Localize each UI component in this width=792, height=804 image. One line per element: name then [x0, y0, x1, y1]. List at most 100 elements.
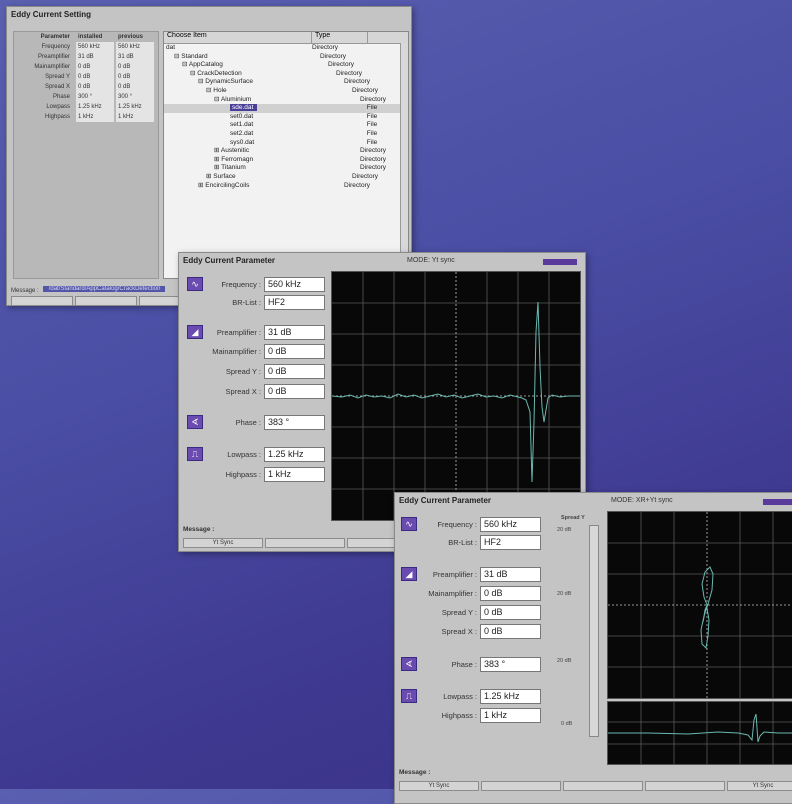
tree-item-name: set1.dat: [164, 121, 367, 130]
tree-item-type: Directory: [312, 44, 339, 51]
softkey-2[interactable]: [481, 781, 561, 791]
yt-mini-trace: [608, 713, 792, 743]
tree-item-label: dat: [166, 44, 176, 51]
spready-field[interactable]: 0 dB: [264, 364, 325, 379]
lowpass-field[interactable]: 1.25 kHz: [480, 689, 541, 704]
phase-field[interactable]: 383 °: [264, 415, 325, 430]
spready-field[interactable]: 0 dB: [480, 605, 541, 620]
mainamp-field[interactable]: 0 dB: [264, 344, 325, 359]
tree-item-name: ⊞ Austenitic: [164, 147, 360, 156]
tree-row[interactable]: ⊟ Hole Directory: [164, 87, 408, 96]
spreadx-field[interactable]: 0 dB: [264, 384, 325, 399]
softkey-3[interactable]: [563, 781, 643, 791]
softkey-2[interactable]: [75, 296, 137, 306]
phase-field[interactable]: 383 °: [480, 657, 541, 672]
frequency-field[interactable]: 560 kHz: [480, 517, 541, 532]
lowpass-field[interactable]: 1.25 kHz: [264, 447, 325, 462]
yt-mini-scope-display[interactable]: [607, 701, 792, 765]
tree-row[interactable]: ⊞ Surface Directory: [164, 173, 408, 182]
file-tree[interactable]: Choose Item Type dat Directory ⊟ Standard D…: [163, 31, 409, 279]
highpass-field[interactable]: 1 kHz: [264, 467, 325, 482]
highpass-row: Highpass : 1 kHz: [411, 708, 541, 723]
tree-item-label: AppCatalog: [188, 61, 223, 69]
softkey-row: Yt Sync: [183, 538, 427, 548]
mainamp-label: Mainamplifier :: [428, 589, 477, 598]
xy-scope-svg: [608, 512, 792, 698]
phase-label: Phase :: [451, 660, 477, 669]
yt-scope-display[interactable]: [331, 271, 581, 521]
brlist-field[interactable]: HF2: [264, 295, 325, 310]
yt-mini-scope-svg: [608, 702, 792, 764]
mainamp-label: Mainamplifier :: [212, 347, 261, 356]
tree-item-name: ⊞ Ferromagn: [164, 156, 360, 165]
brlist-row: BR-List : HF2: [411, 535, 541, 550]
installed-value: 0 dB: [76, 62, 114, 72]
mainamp-row: Mainamplifier : 0 dB: [199, 344, 325, 359]
brlist-field[interactable]: HF2: [480, 535, 541, 550]
tree-item-label: Aluminium: [220, 95, 252, 103]
tree-item-type: Directory: [328, 61, 355, 69]
mode-indicator: MODE: Yt sync: [407, 257, 455, 264]
collapse-icon[interactable]: ⊟: [214, 96, 221, 103]
parameter-row: Highpass 1 kHz 1 kHz: [14, 112, 158, 122]
header-parameter: Parameter: [40, 34, 70, 40]
axis-label-3: 20 dB: [557, 658, 572, 664]
tree-row[interactable]: ⊞ Ferromagn Directory: [164, 156, 408, 165]
softkey-row: Yt Sync Yt Sync: [399, 781, 792, 791]
installed-value: 300 °: [76, 92, 114, 102]
phase-row: Phase : 383 °: [199, 415, 325, 430]
window-title: Eddy Current Parameter: [183, 256, 276, 265]
tree-row[interactable]: set2.dat File: [164, 130, 408, 139]
preamp-field[interactable]: 31 dB: [264, 325, 325, 340]
installed-value: 0 dB: [76, 72, 114, 82]
tree-item-type: Directory: [344, 78, 371, 86]
header-choose-item[interactable]: Choose Item: [164, 32, 312, 43]
brlist-label: BR-List :: [232, 298, 261, 307]
tree-row[interactable]: ⊞ Austenitic Directory: [164, 147, 408, 156]
message-label: Message :: [183, 526, 215, 533]
softkey-1[interactable]: [11, 296, 73, 306]
tree-item-type: Directory: [336, 69, 363, 77]
tree-row[interactable]: ⊟ AppCatalog Directory: [164, 61, 408, 70]
spread-y-slider[interactable]: [589, 525, 599, 737]
softkey-2[interactable]: [265, 538, 345, 548]
tree-row[interactable]: ⊞ Titanium Directory: [164, 164, 408, 173]
mainamp-field[interactable]: 0 dB: [480, 586, 541, 601]
spreadx-field[interactable]: 0 dB: [480, 624, 541, 639]
expand-icon[interactable]: ⊞: [214, 147, 221, 154]
tree-row[interactable]: set0.dat File: [164, 113, 408, 122]
tree-item-type: Directory: [320, 52, 347, 60]
tree-row[interactable]: ⊟ CrackDetection Directory: [164, 70, 408, 79]
softkey-4[interactable]: [645, 781, 725, 791]
tree-row[interactable]: ⊟ Aluminium Directory: [164, 96, 408, 105]
tree-row[interactable]: ⊞ EncircilingCoils Directory: [164, 182, 408, 191]
spready-label: Spread Y :: [225, 367, 261, 376]
yt-sync-button-left[interactable]: Yt Sync: [399, 781, 479, 791]
collapse-icon[interactable]: ⊟: [182, 61, 189, 68]
mainamp-row: Mainamplifier : 0 dB: [411, 586, 541, 601]
xy-scope-display[interactable]: [607, 511, 792, 699]
parameter-row: Spread X 0 dB 0 dB: [14, 82, 158, 92]
tree-scrollbar[interactable]: [400, 43, 408, 278]
highpass-field[interactable]: 1 kHz: [480, 708, 541, 723]
tree-row[interactable]: sde.dat File: [164, 104, 408, 113]
tree-row[interactable]: ⊟ DynamicSurface Directory: [164, 78, 408, 87]
lowpass-label: Lowpass :: [443, 692, 477, 701]
header-type[interactable]: Type: [312, 32, 368, 43]
tree-item-name: ⊟ Hole: [164, 87, 352, 96]
parameter-name: Spread Y: [45, 74, 70, 80]
yt-sync-button-right[interactable]: Yt Sync: [727, 781, 792, 791]
frequency-field[interactable]: 560 kHz: [264, 277, 325, 292]
tree-row[interactable]: ⊟ Standard Directory: [164, 53, 408, 62]
tree-row[interactable]: dat Directory: [164, 44, 408, 53]
preamp-row: Preamplifier : 31 dB: [199, 325, 325, 340]
tree-row[interactable]: sys0.dat File: [164, 139, 408, 148]
tree-item-name: ⊟ DynamicSurface: [164, 78, 344, 87]
tree-item-label: CrackDetection: [197, 69, 242, 77]
tree-row[interactable]: set1.dat File: [164, 121, 408, 130]
axis-label-1: 20 dB: [557, 527, 572, 533]
preamp-field[interactable]: 31 dB: [480, 567, 541, 582]
previous-value: 0 dB: [116, 72, 154, 82]
tree-item-type: Directory: [360, 155, 387, 163]
yt-sync-button[interactable]: Yt Sync: [183, 538, 263, 548]
